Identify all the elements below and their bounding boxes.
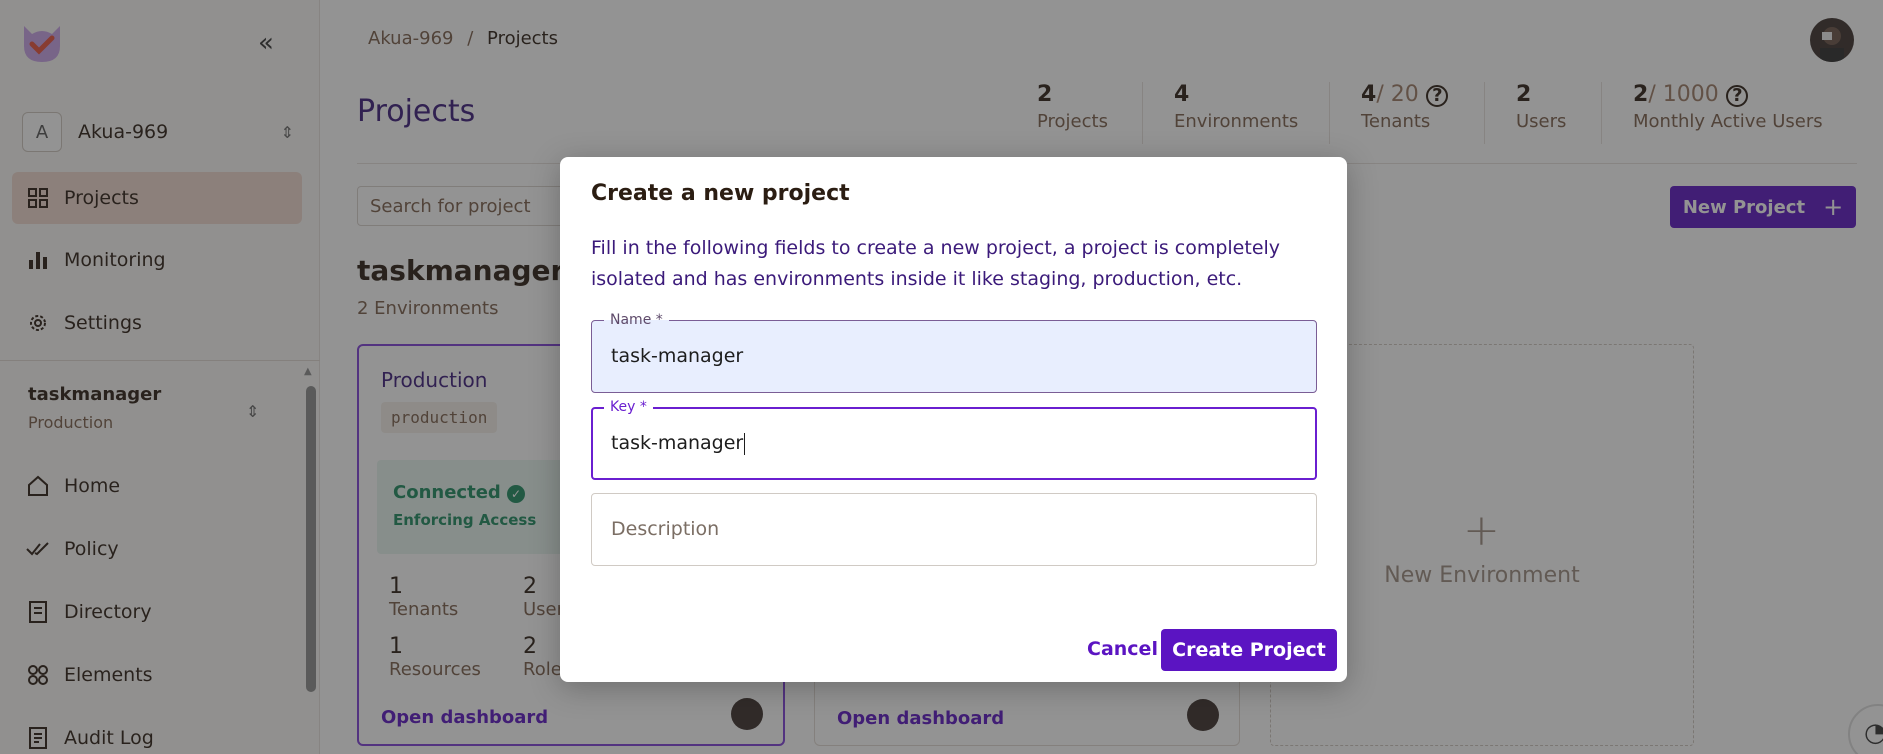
- cancel-button[interactable]: Cancel: [1077, 630, 1168, 668]
- key-field-label: Key *: [604, 398, 653, 416]
- description-field[interactable]: Description: [591, 493, 1317, 566]
- modal-title: Create a new project: [591, 181, 850, 206]
- name-field-value: task-manager: [611, 345, 744, 367]
- description-placeholder: Description: [611, 518, 720, 540]
- name-field-label: Name *: [604, 311, 669, 329]
- create-project-modal: Create a new project Fill in the followi…: [560, 157, 1347, 682]
- key-field-value: task-manager: [611, 432, 744, 454]
- text-caret: [744, 432, 746, 455]
- name-field[interactable]: Name * task-manager: [591, 311, 1317, 393]
- key-field[interactable]: Key * task-manager: [591, 398, 1317, 480]
- create-project-button[interactable]: Create Project: [1161, 629, 1337, 671]
- modal-description: Fill in the following fields to create a…: [591, 237, 1281, 290]
